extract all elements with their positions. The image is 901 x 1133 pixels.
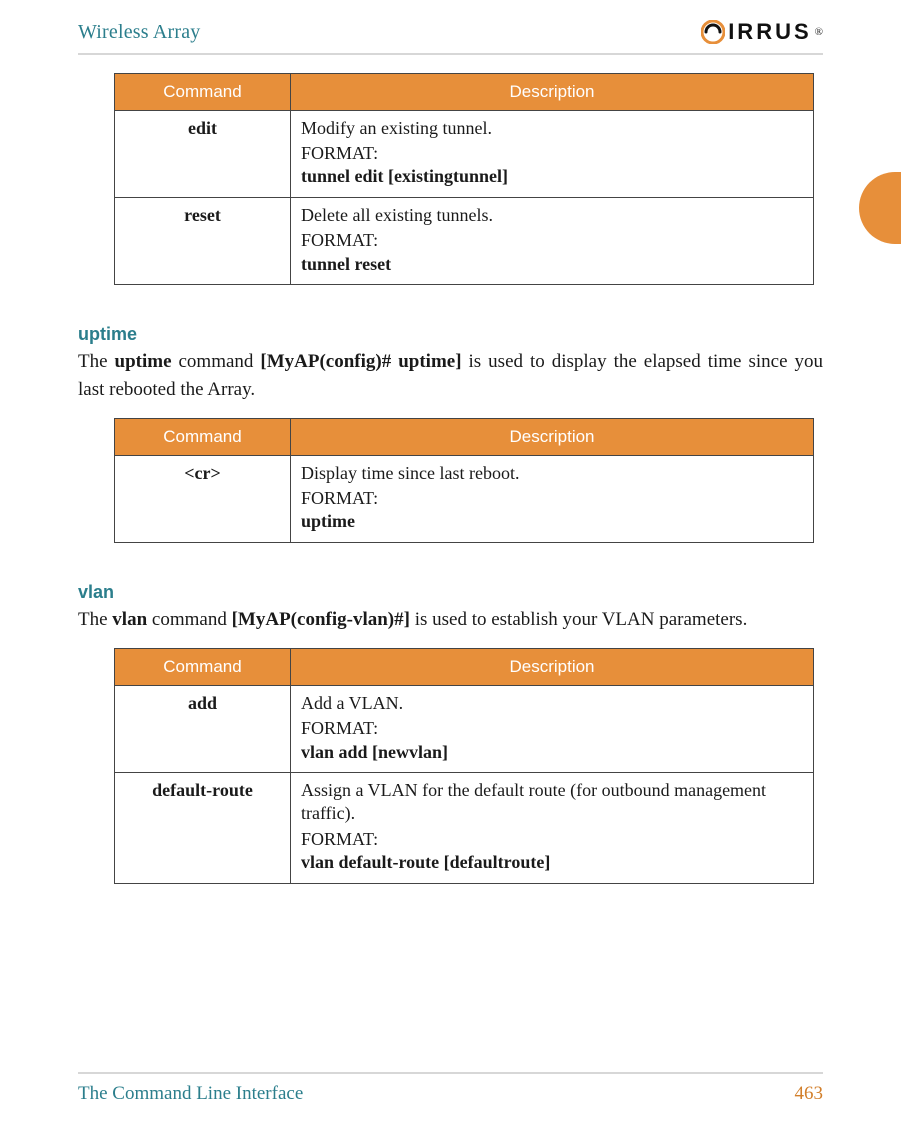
description-cell: Assign a VLAN for the default route (for… bbox=[291, 772, 814, 883]
footer-page-number: 463 bbox=[795, 1082, 824, 1107]
footer-section-title: The Command Line Interface bbox=[78, 1082, 303, 1107]
command-cell: default-route bbox=[115, 772, 291, 883]
command-cell: add bbox=[115, 685, 291, 772]
description-text: Modify an existing tunnel. bbox=[301, 117, 803, 140]
section-heading-uptime: uptime bbox=[78, 323, 823, 346]
trademark-symbol: ® bbox=[815, 25, 823, 39]
table-row: add Add a VLAN. FORMAT: vlan add [newvla… bbox=[115, 685, 814, 772]
format-label: FORMAT: bbox=[301, 487, 803, 510]
format-label: FORMAT: bbox=[301, 229, 803, 252]
table-header-command: Command bbox=[115, 418, 291, 455]
format-text: vlan default-route [defaultroute] bbox=[301, 851, 803, 874]
tunnel-command-table: Command Description edit Modify an exist… bbox=[114, 73, 814, 285]
table-header-command: Command bbox=[115, 73, 291, 110]
format-text: vlan add [newvlan] bbox=[301, 741, 803, 764]
text-fragment: The bbox=[78, 351, 115, 372]
text-bold: [MyAP(config)# uptime] bbox=[260, 351, 461, 372]
text-fragment: The bbox=[78, 609, 112, 630]
description-text: Delete all existing tunnels. bbox=[301, 204, 803, 227]
swirl-icon bbox=[701, 20, 725, 44]
vlan-command-table: Command Description add Add a VLAN. FORM… bbox=[114, 648, 814, 884]
command-cell: <cr> bbox=[115, 455, 291, 542]
description-text: Display time since last reboot. bbox=[301, 462, 803, 485]
table-row: <cr> Display time since last reboot. FOR… bbox=[115, 455, 814, 542]
uptime-command-table: Command Description <cr> Display time si… bbox=[114, 418, 814, 543]
text-fragment: is used to establish your VLAN parameter… bbox=[410, 609, 747, 630]
table-header-command: Command bbox=[115, 648, 291, 685]
table-row: reset Delete all existing tunnels. FORMA… bbox=[115, 197, 814, 284]
brand-logo: IRRUS ® bbox=[701, 18, 823, 47]
header-title: Wireless Array bbox=[78, 19, 201, 45]
command-cell: reset bbox=[115, 197, 291, 284]
table-header-description: Description bbox=[291, 648, 814, 685]
text-bold: uptime bbox=[115, 351, 172, 372]
format-label: FORMAT: bbox=[301, 828, 803, 851]
text-bold: vlan bbox=[112, 609, 147, 630]
description-text: Assign a VLAN for the default route (for… bbox=[301, 779, 803, 826]
description-text: Add a VLAN. bbox=[301, 692, 803, 715]
table-header-description: Description bbox=[291, 73, 814, 110]
format-text: tunnel reset bbox=[301, 253, 803, 276]
page-header: Wireless Array IRRUS ® bbox=[78, 18, 823, 55]
table-row: default-route Assign a VLAN for the defa… bbox=[115, 772, 814, 883]
description-cell: Delete all existing tunnels. FORMAT: tun… bbox=[291, 197, 814, 284]
format-label: FORMAT: bbox=[301, 717, 803, 740]
section-heading-vlan: vlan bbox=[78, 581, 823, 604]
format-text: uptime bbox=[301, 510, 803, 533]
text-bold: [MyAP(config-vlan)#] bbox=[232, 609, 410, 630]
uptime-paragraph: The uptime command [MyAP(config)# uptime… bbox=[78, 348, 823, 403]
text-fragment: command bbox=[147, 609, 231, 630]
command-cell: edit bbox=[115, 110, 291, 197]
description-cell: Add a VLAN. FORMAT: vlan add [newvlan] bbox=[291, 685, 814, 772]
brand-text: IRRUS bbox=[728, 18, 811, 47]
table-header-description: Description bbox=[291, 418, 814, 455]
description-cell: Modify an existing tunnel. FORMAT: tunne… bbox=[291, 110, 814, 197]
description-cell: Display time since last reboot. FORMAT: … bbox=[291, 455, 814, 542]
vlan-paragraph: The vlan command [MyAP(config-vlan)#] is… bbox=[78, 606, 823, 634]
format-text: tunnel edit [existingtunnel] bbox=[301, 165, 803, 188]
text-fragment: command bbox=[172, 351, 261, 372]
page-footer: The Command Line Interface 463 bbox=[78, 1072, 823, 1107]
format-label: FORMAT: bbox=[301, 142, 803, 165]
table-row: edit Modify an existing tunnel. FORMAT: … bbox=[115, 110, 814, 197]
